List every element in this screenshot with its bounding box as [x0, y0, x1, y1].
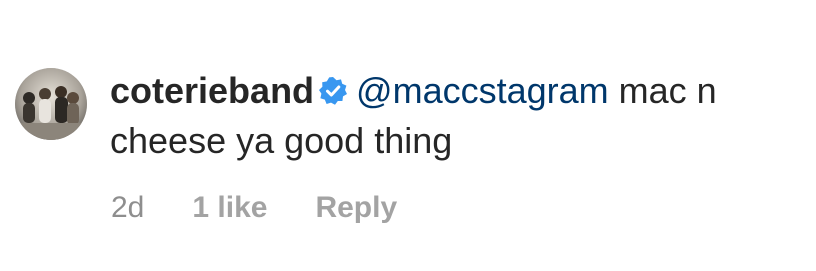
- likes-count[interactable]: 1 like: [192, 188, 267, 228]
- verified-badge-icon: [318, 76, 348, 106]
- username-link[interactable]: coterieband: [110, 70, 314, 111]
- avatar[interactable]: [15, 68, 87, 140]
- reply-button[interactable]: Reply: [315, 188, 397, 228]
- comment-meta: 2d 1 like Reply: [111, 188, 445, 228]
- comment-item: coterieband @maccstagram mac n cheese ya …: [0, 0, 816, 271]
- avatar-image: [15, 68, 87, 140]
- mention-link[interactable]: @maccstagram: [356, 70, 609, 111]
- timestamp[interactable]: 2d: [111, 188, 144, 228]
- comment-body: coterieband @maccstagram mac n cheese ya …: [110, 66, 810, 166]
